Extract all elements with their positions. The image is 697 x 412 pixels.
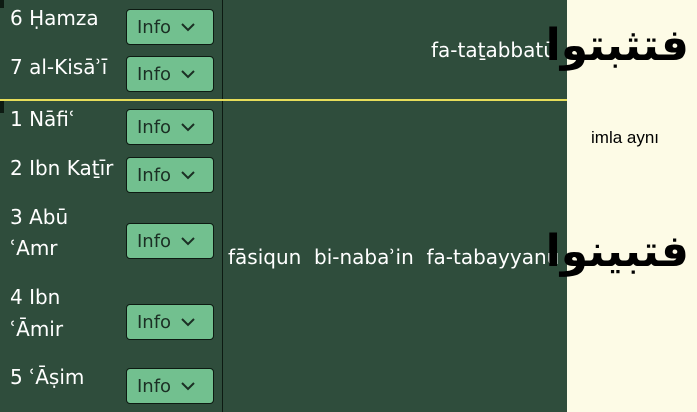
info-button-label: Info [137, 230, 172, 252]
info-button-label: Info [137, 16, 172, 38]
reader-row: 5 ʿĀṣim Info [0, 362, 222, 412]
reader-name: 4 Ibn [10, 285, 61, 309]
chevron-down-icon [181, 381, 195, 390]
info-button-label: Info [137, 164, 172, 186]
info-button[interactable]: Info [126, 223, 214, 259]
info-button[interactable]: Info [126, 56, 214, 92]
reader-row: 6 Ḥamza Info [0, 2, 222, 52]
arabic-spelling: فتثبتوا [545, 20, 689, 71]
info-button[interactable]: Info [126, 157, 214, 193]
side-note: imla aynı [591, 128, 660, 147]
reader-name: 3 Abū [10, 205, 69, 229]
reader-name: 5 ʿĀṣim [10, 365, 85, 389]
reader-name: 7 al-Kisāʾī [10, 55, 108, 79]
reader-name: 1 Nāfiʿ [10, 107, 76, 131]
info-button-label: Info [137, 311, 172, 333]
info-button-label: Info [137, 116, 172, 138]
info-button[interactable]: Info [126, 109, 214, 145]
info-button[interactable]: Info [126, 9, 214, 45]
info-button-label: Info [137, 375, 172, 397]
reader-name: 6 Ḥamza [10, 6, 99, 30]
chevron-down-icon [181, 69, 195, 78]
chevron-down-icon [181, 236, 195, 245]
reader-name: ʿĀmir [10, 317, 64, 341]
chevron-down-icon [181, 122, 195, 131]
info-button-label: Info [137, 63, 172, 85]
reader-row: 3 Abū ʿAmr Info [0, 200, 222, 268]
variant-phrase: fāsiqun bi-nabaʾin fa-tabayyanū [228, 245, 560, 269]
chevron-down-icon [181, 317, 195, 326]
variant-phrase: fa-taṯabbatū [431, 38, 556, 62]
reader-row: 7 al-Kisāʾī Info [0, 52, 222, 102]
variant-table: 6 Ḥamza Info 7 al-Kisāʾī Info fa-taṯabba… [0, 0, 697, 412]
reader-name: 2 Ibn Kaṯīr [10, 156, 114, 180]
reader-row: 4 Ibn ʿĀmir Info [0, 282, 222, 350]
chevron-down-icon [181, 170, 195, 179]
info-button[interactable]: Info [126, 368, 214, 404]
info-button[interactable]: Info [126, 304, 214, 340]
reader-row: 2 Ibn Kaṯīr Info [0, 153, 222, 203]
arabic-spelling: فتبينوا [545, 226, 689, 277]
chevron-down-icon [181, 22, 195, 31]
reader-row: 1 Nāfiʿ Info [0, 104, 222, 154]
reader-name: ʿAmr [10, 236, 58, 260]
